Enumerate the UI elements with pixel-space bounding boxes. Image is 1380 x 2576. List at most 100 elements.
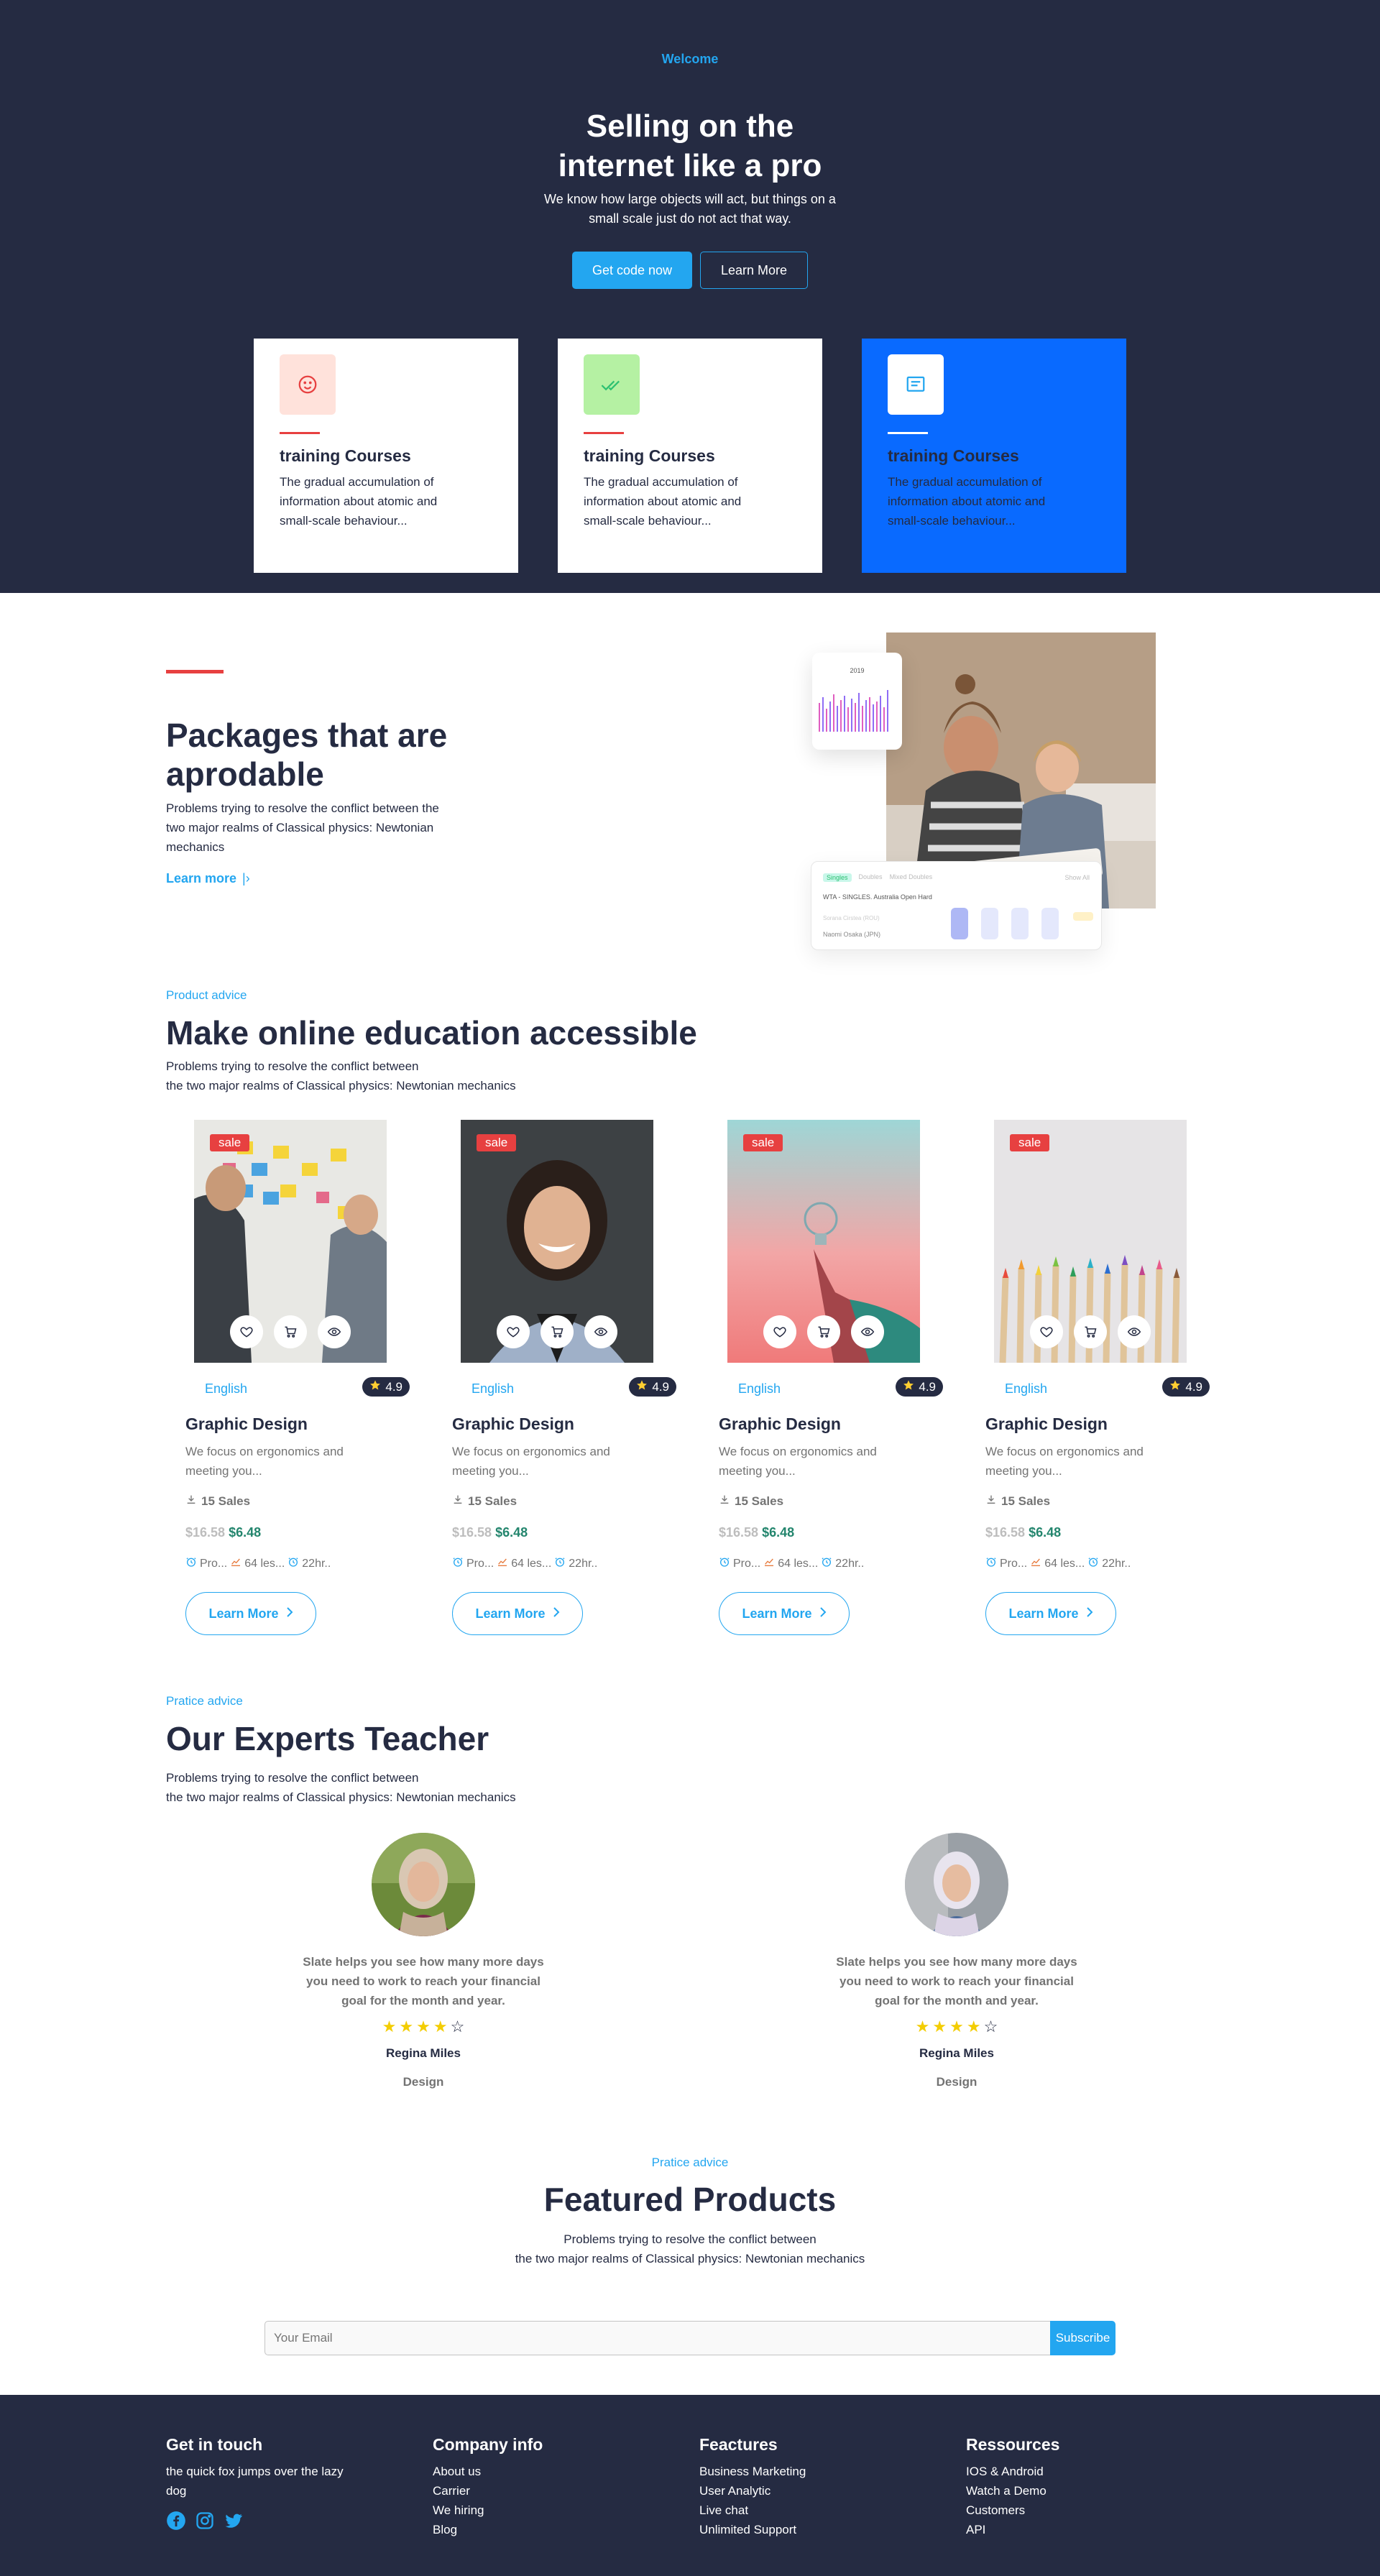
heart-icon[interactable] (763, 1315, 796, 1348)
eye-icon[interactable] (1118, 1315, 1151, 1348)
hero-eyebrow: Welcome (661, 52, 719, 66)
footer-link[interactable]: Carrier (433, 2481, 612, 2501)
rating-value: 4.9 (652, 1379, 669, 1394)
footer-link[interactable]: Live chat (699, 2501, 879, 2520)
star-filled-icon: ★ (915, 2018, 930, 2036)
course-description: We focus on ergonomics and meeting you..… (185, 1445, 344, 1478)
course-meta-2: 64 les... (1044, 1557, 1085, 1570)
download-icon (985, 1494, 997, 1509)
course-meta-3: 22hr.. (1102, 1557, 1131, 1570)
heart-icon[interactable] (1030, 1315, 1063, 1348)
card-description: The gradual accumulation of information … (584, 475, 742, 528)
teacher-card: Slate helps you see how many more days y… (294, 1833, 553, 2089)
feature-card: training Courses The gradual accumulatio… (254, 339, 518, 573)
course-meta-3: 22hr.. (835, 1557, 865, 1570)
cart-icon[interactable] (1074, 1315, 1107, 1348)
star-filled-icon: ★ (932, 2018, 947, 2036)
course-learn-more-button[interactable]: Learn More (452, 1592, 583, 1635)
course-meta-1: Pro... (200, 1557, 228, 1570)
twitter-icon[interactable] (224, 2511, 244, 2534)
footer-link[interactable]: User Analytic (699, 2481, 879, 2501)
course-card[interactable]: sale English 4.9 Graphic Design We focus on … (452, 1120, 689, 1635)
email-input[interactable] (264, 2321, 1051, 2355)
sale-badge: sale (743, 1134, 783, 1151)
mini-show-all[interactable]: Show All (1064, 874, 1090, 881)
course-learn-more-button[interactable]: Learn More (985, 1592, 1116, 1635)
teacher-quote: Slate helps you see how many more days y… (836, 1955, 1077, 2007)
course-category[interactable]: English (205, 1381, 247, 1397)
clock-icon (985, 1556, 997, 1571)
courses-desc-line1: Problems trying to resolve the conflict … (166, 1059, 419, 1073)
chart-icon (497, 1556, 508, 1571)
course-image[interactable]: sale (994, 1120, 1187, 1363)
star-filled-icon: ★ (382, 2018, 397, 2036)
course-meta-3: 22hr.. (569, 1557, 598, 1570)
course-category[interactable]: English (1005, 1381, 1047, 1397)
hero-title-line1: Selling on the (586, 109, 794, 144)
hero-section: Welcome Selling on the internet like a p… (0, 0, 1380, 593)
old-price: $16.58 (719, 1525, 759, 1540)
rating-badge: 4.9 (362, 1377, 410, 1397)
course-image[interactable]: sale (194, 1120, 387, 1363)
course-category[interactable]: English (472, 1381, 514, 1397)
footer-link[interactable]: We hiring (433, 2501, 612, 2520)
course-card[interactable]: sale English 4.9 Graphic Design We focus on … (185, 1120, 423, 1635)
cart-icon[interactable] (274, 1315, 307, 1348)
rating-value: 4.9 (385, 1379, 402, 1394)
facebook-icon[interactable] (166, 2511, 186, 2534)
packages-title-line1: Packages that are (166, 717, 448, 754)
mini-tab-doubles[interactable]: Doubles (859, 873, 883, 882)
new-price: $6.48 (229, 1525, 262, 1540)
cart-icon[interactable] (540, 1315, 574, 1348)
course-image[interactable]: sale (461, 1120, 653, 1363)
course-learn-more-button[interactable]: Learn More (185, 1592, 316, 1635)
card-title: training Courses (280, 446, 411, 465)
footer-col-title: Ressources (966, 2435, 1060, 2454)
heart-icon[interactable] (497, 1315, 530, 1348)
teacher-role: Design (936, 2075, 978, 2089)
mini-table-row: Sorana Cirstea (ROU) (823, 915, 880, 921)
cart-icon[interactable] (807, 1315, 840, 1348)
chevron-right-icon (819, 1606, 827, 1622)
footer-link[interactable]: Business Marketing (699, 2462, 879, 2481)
eye-icon[interactable] (584, 1315, 617, 1348)
card-accent-line (888, 432, 928, 434)
footer-link[interactable]: About us (433, 2462, 612, 2481)
course-meta-3: 22hr.. (302, 1557, 331, 1570)
mini-tab-mixed[interactable]: Mixed Doubles (890, 873, 933, 882)
course-sales: 15 Sales (468, 1494, 518, 1508)
footer-link[interactable]: IOS & Android (966, 2462, 1146, 2481)
new-price: $6.48 (495, 1525, 528, 1540)
course-button-label: Learn More (208, 1606, 279, 1621)
course-category[interactable]: English (738, 1381, 781, 1397)
course-button-label: Learn More (742, 1606, 812, 1621)
footer-link[interactable]: Watch a Demo (966, 2481, 1146, 2501)
instagram-icon[interactable] (195, 2511, 215, 2534)
course-card[interactable]: sale English 4.9 Graphic Design We focus on … (985, 1120, 1223, 1635)
course-meta-2: 64 les... (778, 1557, 819, 1570)
eye-icon[interactable] (851, 1315, 884, 1348)
chevron-right-icon (286, 1606, 293, 1622)
packages-learn-more-link[interactable]: Learn more |› (166, 871, 250, 886)
footer-col-title: Company info (433, 2435, 543, 2454)
download-icon (452, 1494, 464, 1509)
star-empty-icon: ☆ (983, 2018, 998, 2036)
subscribe-button[interactable]: Subscribe (1050, 2321, 1116, 2355)
learn-more-button[interactable]: Learn More (700, 252, 808, 289)
footer-link[interactable]: Customers (966, 2501, 1146, 2520)
mini-tab-singles[interactable]: Singles (823, 873, 852, 882)
footer-link[interactable]: Blog (433, 2520, 612, 2539)
get-code-button[interactable]: Get code now (572, 252, 692, 289)
chart-icon (230, 1556, 242, 1571)
old-price: $16.58 (452, 1525, 492, 1540)
heart-icon[interactable] (230, 1315, 263, 1348)
course-sales: 15 Sales (735, 1494, 784, 1508)
course-image[interactable]: sale (727, 1120, 920, 1363)
footer-link[interactable]: Unlimited Support (699, 2520, 879, 2539)
eye-icon[interactable] (318, 1315, 351, 1348)
course-learn-more-button[interactable]: Learn More (719, 1592, 850, 1635)
clock-icon (185, 1556, 197, 1571)
footer-link[interactable]: API (966, 2520, 1146, 2539)
course-card[interactable]: sale English 4.9 Graphic Design We focus on … (719, 1120, 956, 1635)
featured-desc-line1: Problems trying to resolve the conflict … (564, 2232, 816, 2246)
